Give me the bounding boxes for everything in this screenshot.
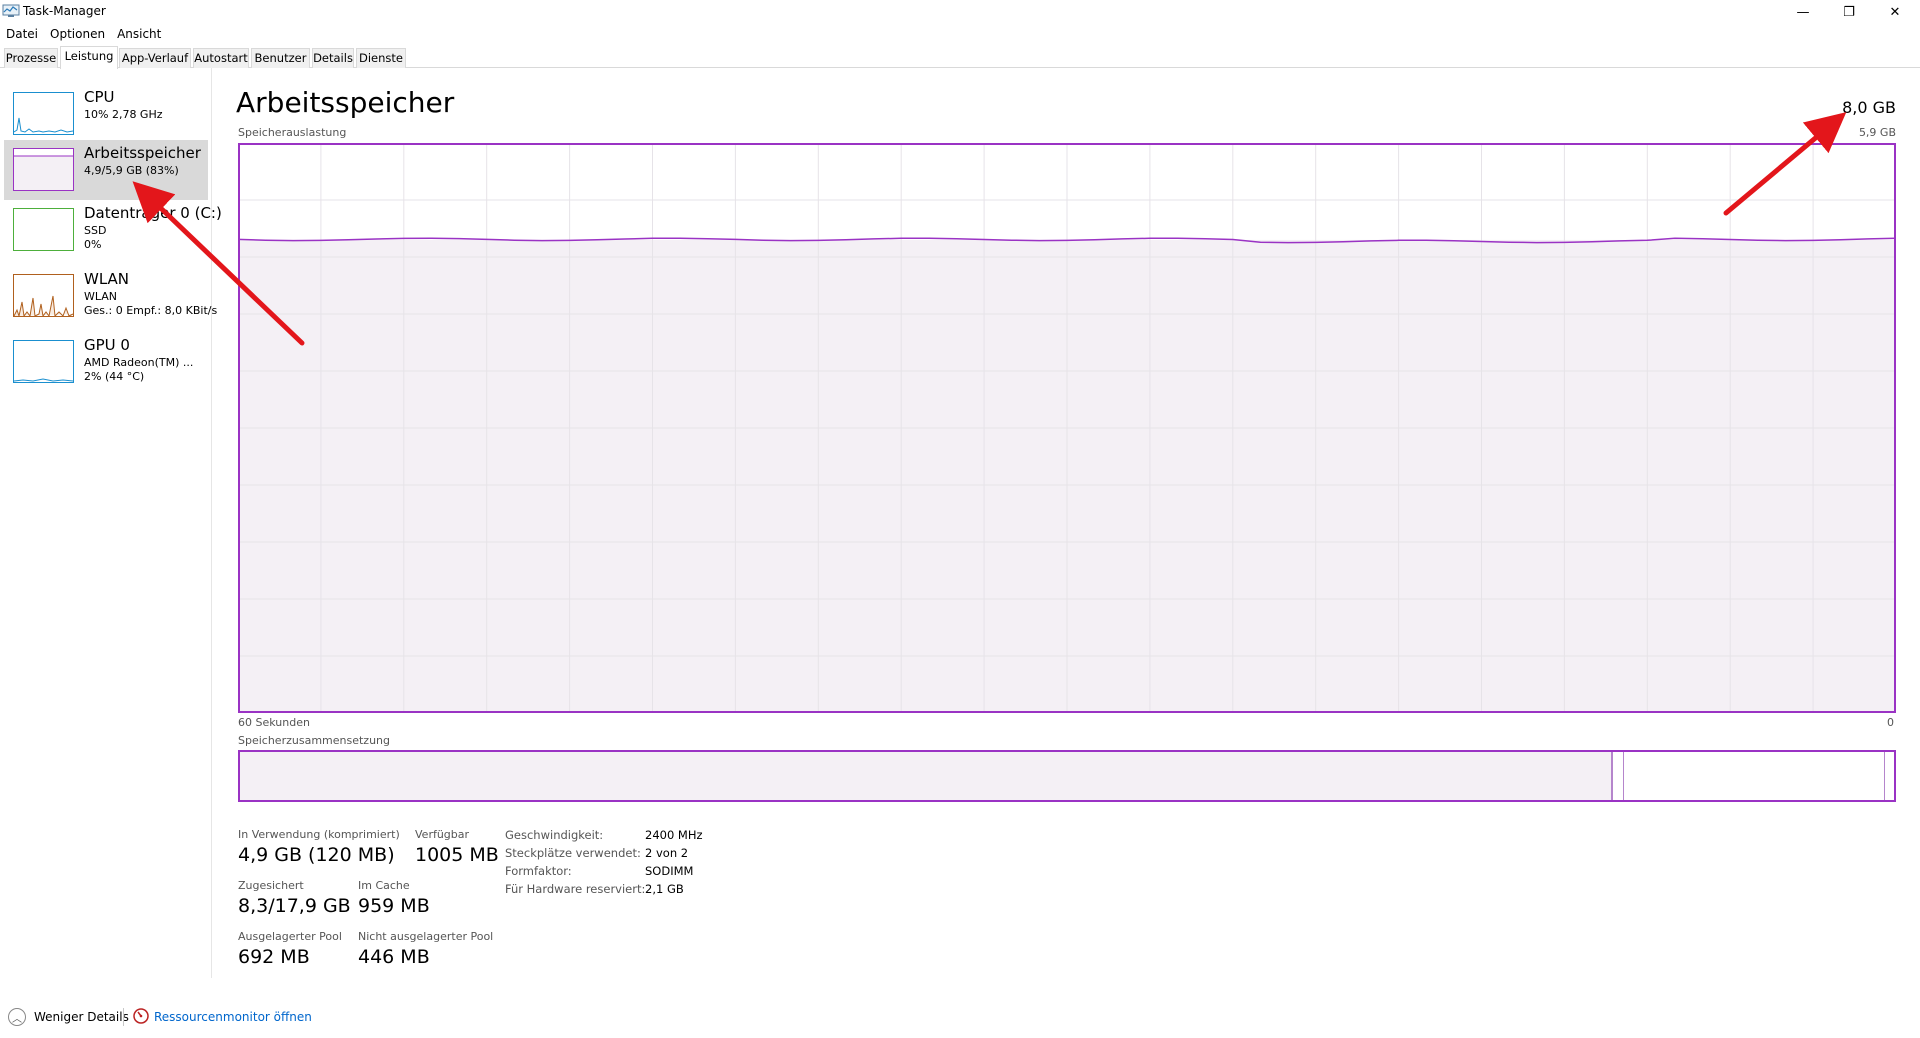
sidebar-item-label: WLAN [84, 270, 130, 288]
sidebar-item-detail: 2% (44 °C) [84, 370, 145, 383]
hardware-key: Steckplätze verwendet: [505, 846, 641, 860]
tab-autostart[interactable]: Autostart [193, 48, 249, 68]
hardware-key: Geschwindigkeit: [505, 828, 604, 842]
performance-sidebar: CPU 10% 2,78 GHz Arbeitsspeicher 4,9/5,9… [0, 68, 222, 978]
sidebar-item-label: Arbeitsspeicher [84, 144, 201, 162]
sidebar-item-label: Datenträger 0 (C:) [84, 204, 222, 222]
sidebar-item-detail: 10% 2,78 GHz [84, 108, 163, 121]
menu-datei[interactable]: Datei [0, 24, 44, 44]
task-manager-window: Task-Manager — ❐ ✕ Datei Optionen Ansich… [0, 0, 1920, 1038]
tab-details[interactable]: Details [312, 48, 354, 68]
sidebar-item-memory[interactable]: Arbeitsspeicher 4,9/5,9 GB (83%) [4, 140, 208, 200]
stat-paged-pool: Ausgelagerter Pool 692 MB [238, 930, 342, 968]
hardware-speed: Geschwindigkeit: 2400 MHz [505, 828, 703, 842]
close-button[interactable]: ✕ [1872, 0, 1918, 24]
graph-title: Speicherauslastung [238, 126, 347, 139]
sidebar-item-detail: SSD [84, 224, 107, 237]
wlan-thumbnail-graph [13, 274, 74, 317]
stat-label: In Verwendung (komprimiert) [238, 828, 400, 841]
memory-usage-graph [238, 143, 1896, 713]
tab-app-verlauf[interactable]: App-Verlauf [119, 48, 191, 68]
hardware-value: 2400 MHz [645, 828, 703, 842]
hardware-key: Für Hardware reserviert: [505, 882, 646, 896]
sidebar-item-detail: Ges.: 0 Empf.: 8,0 KBit/s [84, 304, 218, 317]
stat-value: 959 MB [358, 895, 430, 917]
close-icon: ✕ [1889, 4, 1901, 20]
stat-in-use: In Verwendung (komprimiert) 4,9 GB (120 … [238, 828, 400, 866]
sidebar-item-detail: WLAN [84, 290, 118, 303]
hardware-key: Formfaktor: [505, 864, 572, 878]
footer-divider [123, 1008, 124, 1026]
sidebar-item-label: CPU [84, 88, 115, 106]
stat-label: Ausgelagerter Pool [238, 930, 342, 943]
composition-standby [1884, 752, 1885, 800]
tab-dienste[interactable]: Dienste [356, 48, 406, 68]
stat-value: 446 MB [358, 946, 430, 968]
stat-value: 8,3/17,9 GB [238, 895, 351, 917]
tab-leistung[interactable]: Leistung [60, 46, 118, 69]
hardware-value: 2 von 2 [645, 846, 689, 860]
restore-icon: ❐ [1843, 4, 1855, 20]
graph-time-now: 0 [1887, 716, 1894, 729]
graph-time-span: 60 Sekunden [238, 716, 310, 729]
resource-monitor-link[interactable]: Ressourcenmonitor öffnen [154, 1010, 312, 1024]
hardware-slots: Steckplätze verwendet: 2 von 2 [505, 846, 688, 860]
sidebar-item-detail: AMD Radeon(TM) ... [84, 356, 194, 369]
stat-label: Nicht ausgelagerter Pool [358, 930, 494, 943]
menu-ansicht[interactable]: Ansicht [111, 24, 167, 44]
stat-value: 1005 MB [415, 844, 499, 866]
stat-label: Zugesichert [238, 879, 304, 892]
title-bar: Task-Manager — ❐ ✕ [0, 0, 1920, 24]
sidebar-item-cpu[interactable]: CPU 10% 2,78 GHz [4, 84, 208, 144]
sidebar-item-detail: 0% [84, 238, 102, 251]
hardware-value: SODIMM [645, 864, 694, 878]
stat-value: 4,9 GB (120 MB) [238, 844, 395, 866]
stat-nonpaged-pool: Nicht ausgelagerter Pool 446 MB [358, 930, 493, 968]
stat-value: 692 MB [238, 946, 310, 968]
hardware-value: 2,1 GB [645, 882, 684, 896]
window-title: Task-Manager [23, 4, 106, 18]
sidebar-item-wlan[interactable]: WLAN WLAN Ges.: 0 Empf.: 8,0 KBit/s [4, 266, 217, 326]
composition-title: Speicherzusammensetzung [238, 734, 390, 747]
page-title: Arbeitsspeicher [236, 86, 455, 119]
cpu-thumbnail-graph [13, 92, 74, 135]
hardware-form-factor: Formfaktor: SODIMM [505, 864, 693, 878]
resource-monitor-icon [133, 1008, 149, 1024]
gpu-thumbnail-graph [13, 340, 74, 383]
sidebar-item-detail: 4,9/5,9 GB (83%) [84, 164, 179, 177]
stat-label: Im Cache [358, 879, 410, 892]
chevron-up-icon: ︿ [12, 1013, 22, 1025]
minimize-icon: — [1796, 4, 1810, 20]
memory-composition-bar [238, 750, 1896, 802]
menu-optionen[interactable]: Optionen [44, 24, 111, 44]
composition-modified [1623, 752, 1624, 800]
tab-benutzer[interactable]: Benutzer [251, 48, 310, 68]
disk-thumbnail-graph [13, 208, 74, 251]
sidebar-item-label: GPU 0 [84, 336, 130, 354]
stat-cached: Im Cache 959 MB [358, 879, 430, 917]
memory-capacity: 8,0 GB [1842, 98, 1896, 117]
minimize-button[interactable]: — [1780, 0, 1826, 24]
footer-bar: ︿ Weniger Details Ressourcenmonitor öffn… [0, 1000, 1920, 1038]
tab-bar: Prozesse Leistung App-Verlauf Autostart … [0, 46, 1920, 69]
stat-available: Verfügbar 1005 MB [415, 828, 499, 866]
tab-prozesse[interactable]: Prozesse [4, 48, 58, 68]
composition-in-use [240, 752, 1613, 800]
sidebar-item-gpu[interactable]: GPU 0 AMD Radeon(TM) ... 2% (44 °C) [4, 332, 208, 392]
fewer-details-link[interactable]: Weniger Details [34, 1010, 129, 1024]
fewer-details-button[interactable]: ︿ [8, 1008, 26, 1026]
stat-label: Verfügbar [415, 828, 470, 841]
menu-bar: Datei Optionen Ansicht [0, 24, 167, 44]
stat-committed: Zugesichert 8,3/17,9 GB [238, 879, 351, 917]
memory-thumbnail-graph [13, 148, 74, 191]
graph-max-value: 5,9 GB [1858, 126, 1896, 139]
sidebar-item-disk[interactable]: Datenträger 0 (C:) SSD 0% [4, 200, 222, 260]
hardware-reserved: Für Hardware reserviert:2,1 GB [505, 882, 684, 896]
task-manager-app-icon [2, 4, 20, 17]
restore-button[interactable]: ❐ [1826, 0, 1872, 24]
